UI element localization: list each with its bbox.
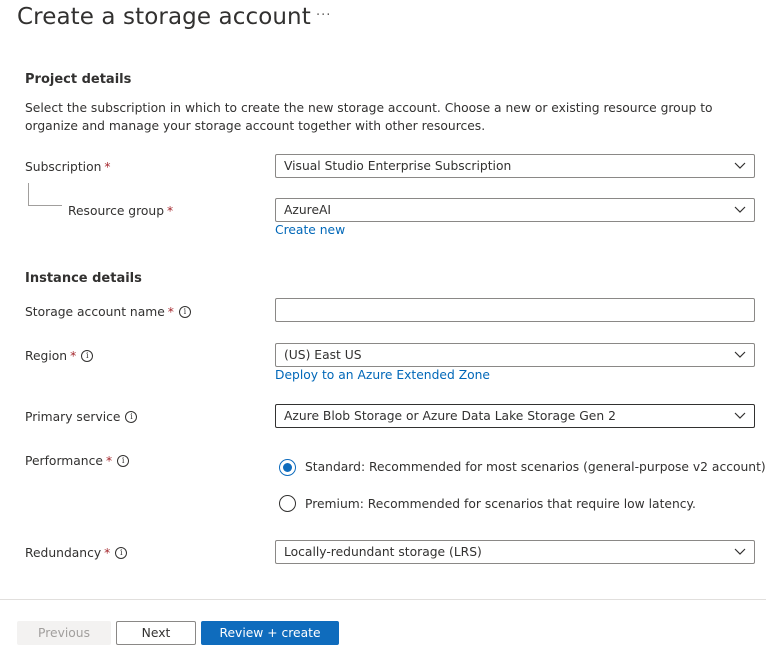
region-value: (US) East US — [284, 348, 362, 362]
page-title: Create a storage account — [17, 4, 311, 30]
tree-connector — [28, 205, 62, 206]
extended-zone-link[interactable]: Deploy to an Azure Extended Zone — [275, 368, 490, 382]
required-marker: * — [70, 349, 77, 363]
required-marker: * — [105, 454, 113, 468]
chevron-down-icon — [734, 162, 746, 169]
redundancy-select[interactable]: Locally-redundant storage (LRS) — [275, 540, 755, 564]
resource-group-label: Resource group * — [68, 204, 174, 218]
previous-button[interactable]: Previous — [17, 621, 111, 645]
required-marker: * — [104, 546, 111, 560]
resource-group-value: AzureAI — [284, 203, 332, 217]
info-icon[interactable]: i — [115, 546, 128, 559]
info-icon[interactable]: i — [178, 305, 191, 318]
performance-premium-radio[interactable] — [279, 495, 296, 512]
performance-standard-label[interactable]: Standard: Recommended for most scenarios… — [305, 460, 766, 474]
region-label: Region * i — [25, 349, 94, 363]
primary-service-select[interactable]: Azure Blob Storage or Azure Data Lake St… — [275, 404, 755, 428]
performance-premium-label[interactable]: Premium: Recommended for scenarios that … — [305, 497, 696, 511]
redundancy-label: Redundancy * i — [25, 546, 128, 560]
primary-service-value: Azure Blob Storage or Azure Data Lake St… — [284, 409, 616, 423]
next-button[interactable]: Next — [116, 621, 196, 645]
subscription-label: Subscription * — [25, 160, 111, 174]
chevron-down-icon — [734, 206, 746, 213]
required-marker: * — [167, 305, 174, 319]
chevron-down-icon — [734, 351, 746, 358]
more-options-icon[interactable]: ··· — [316, 8, 331, 23]
performance-label: Performance * i — [25, 454, 130, 468]
subscription-value: Visual Studio Enterprise Subscription — [284, 159, 512, 173]
performance-standard-radio[interactable] — [279, 459, 296, 476]
footer-divider — [0, 599, 766, 600]
account-name-label: Storage account name * i — [25, 305, 191, 319]
tree-connector — [28, 183, 29, 205]
chevron-down-icon — [734, 548, 746, 555]
info-icon[interactable]: i — [125, 410, 138, 423]
subscription-select[interactable]: Visual Studio Enterprise Subscription — [275, 154, 755, 178]
info-icon[interactable]: i — [117, 454, 130, 467]
chevron-down-icon — [734, 412, 746, 419]
radio-selected-dot — [283, 463, 292, 472]
review-create-button[interactable]: Review + create — [201, 621, 339, 645]
project-details-description: Select the subscription in which to crea… — [25, 101, 713, 133]
redundancy-value: Locally-redundant storage (LRS) — [284, 545, 482, 559]
primary-service-label: Primary service i — [25, 410, 138, 424]
required-marker: * — [104, 160, 111, 174]
instance-details-heading: Instance details — [25, 271, 142, 286]
create-new-link[interactable]: Create new — [275, 223, 345, 237]
storage-account-name-input[interactable] — [275, 298, 755, 322]
required-marker: * — [167, 204, 174, 218]
info-icon[interactable]: i — [81, 349, 94, 362]
resource-group-select[interactable]: AzureAI — [275, 198, 755, 222]
project-details-heading: Project details — [25, 72, 132, 87]
region-select[interactable]: (US) East US — [275, 343, 755, 367]
